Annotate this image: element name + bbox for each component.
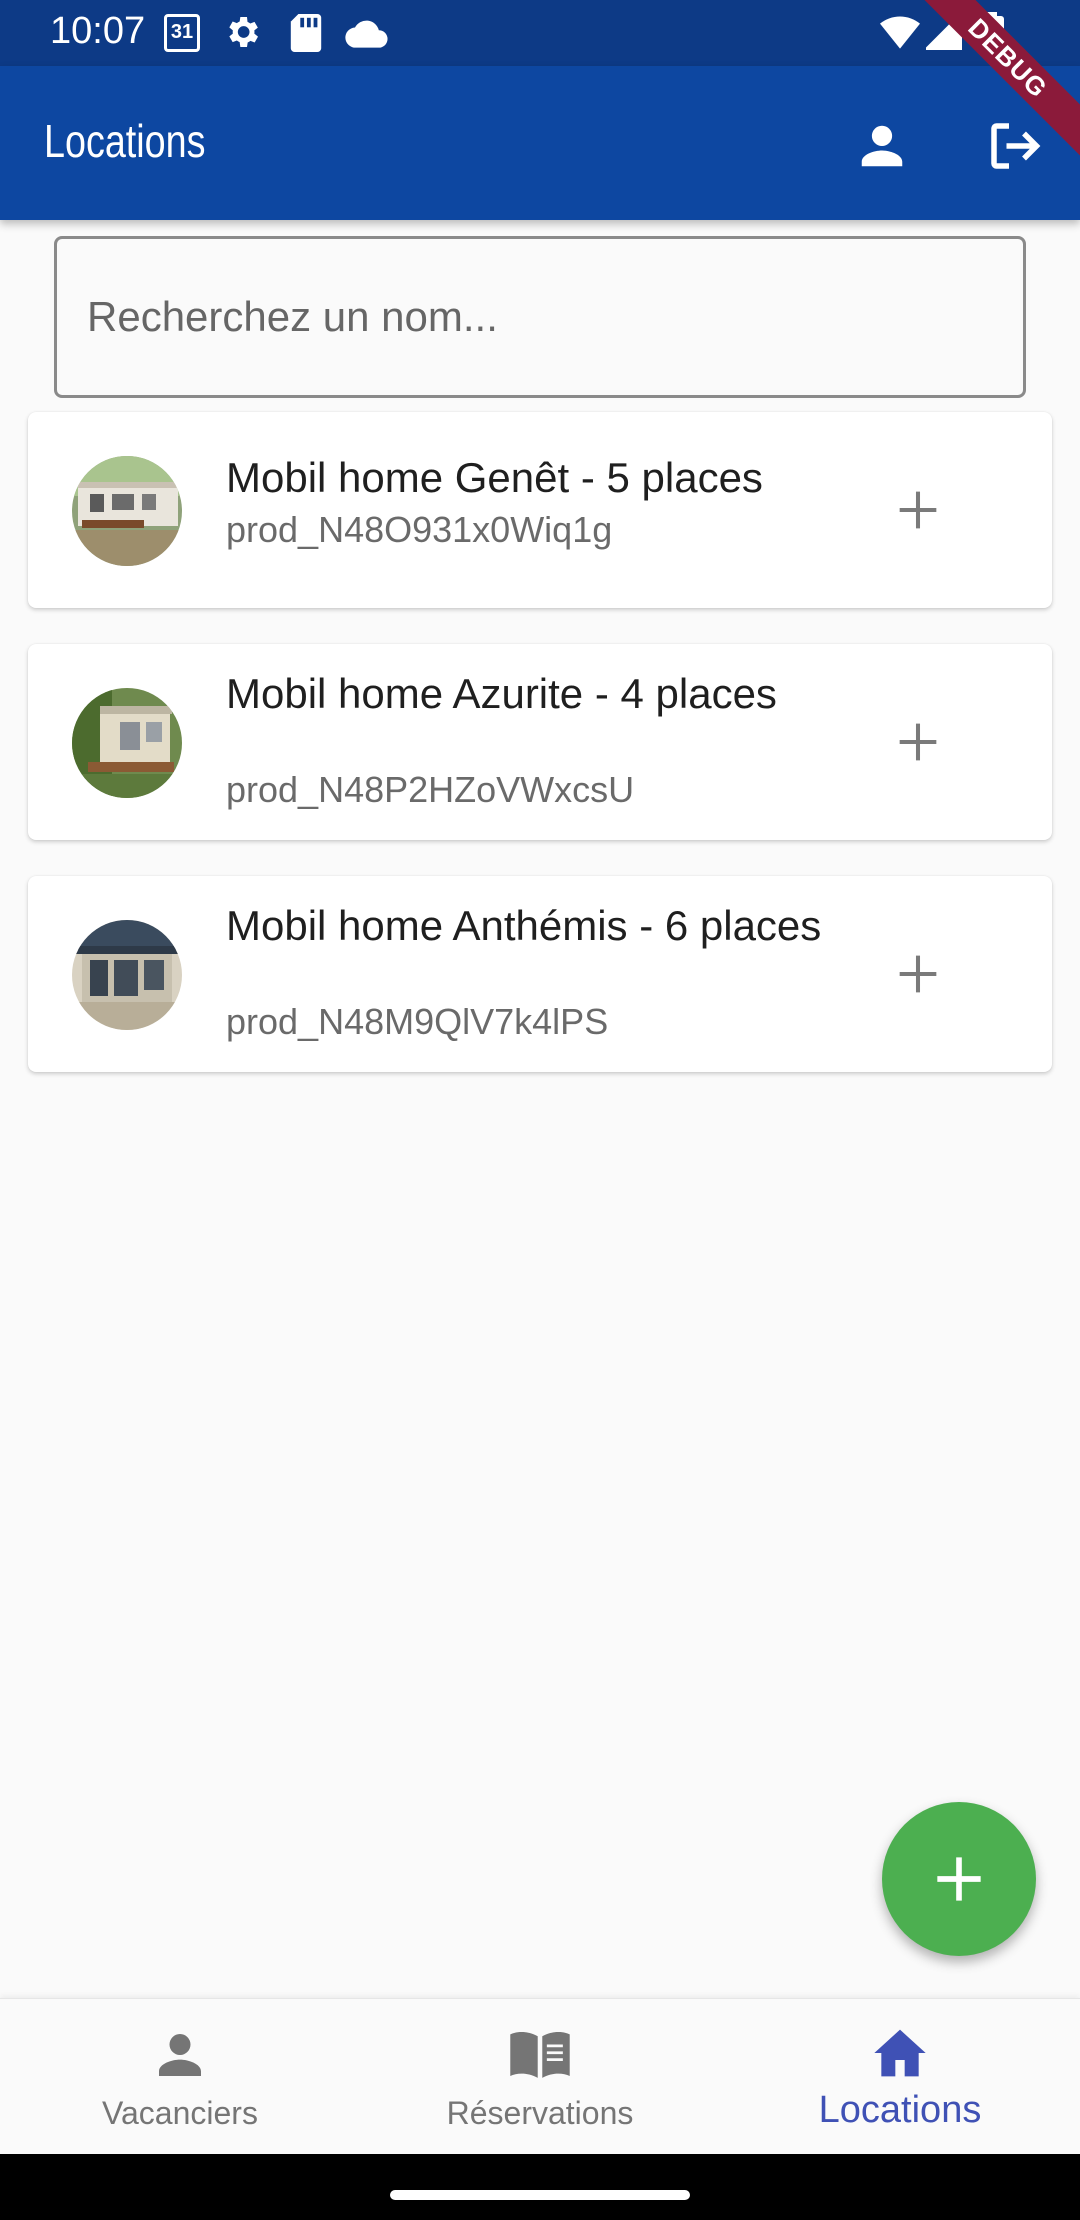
home-gesture-handle[interactable] — [390, 2190, 690, 2200]
cloud-icon — [344, 18, 388, 53]
add-icon — [899, 723, 937, 761]
nav-item-locations[interactable]: Locations — [720, 1999, 1080, 2155]
person-icon — [152, 2027, 208, 2088]
screen: 10:07 31 DEBUG Locations Recherchez un n… — [0, 0, 1080, 2220]
wifi-icon — [880, 14, 920, 55]
bottom-navigation: Vacanciers Réservations Locations — [0, 1998, 1080, 2154]
home-icon — [872, 2027, 928, 2084]
profile-button[interactable] — [842, 106, 922, 186]
rental-card[interactable]: Mobil home Anthémis - 6 places prod_N48M… — [28, 876, 1052, 1072]
rental-id: prod_N48M9QlV7k4lPS — [226, 1001, 609, 1042]
add-icon — [899, 491, 937, 529]
book-icon — [508, 2027, 572, 2088]
status-bar: 10:07 31 — [0, 0, 1080, 66]
add-icon — [899, 955, 937, 993]
add-button[interactable] — [878, 470, 958, 550]
rental-name: Mobil home Genêt - 5 places — [226, 454, 763, 501]
rental-thumbnail — [72, 920, 182, 1030]
rental-name: Mobil home Azurite - 4 places — [226, 670, 777, 717]
nav-label: Vacanciers — [102, 2095, 258, 2131]
nav-label: Locations — [818, 2089, 982, 2131]
rental-id: prod_N48P2HZoVWxcsU — [226, 769, 635, 810]
rental-thumbnail — [72, 688, 182, 798]
rental-thumbnail — [72, 456, 182, 566]
rental-id: prod_N48O931x0Wiq1g — [226, 509, 613, 550]
nav-item-reservations[interactable]: Réservations — [360, 1999, 720, 2155]
page-title: Locations — [44, 115, 206, 167]
person-icon — [861, 125, 903, 167]
calendar-icon: 31 — [164, 14, 200, 52]
nav-item-vacanciers[interactable]: Vacanciers — [0, 1999, 360, 2155]
system-gesture-bar — [0, 2154, 1080, 2220]
app-bar: Locations — [0, 66, 1080, 220]
sd-card-icon — [290, 14, 322, 57]
add-rental-fab[interactable] — [882, 1802, 1036, 1956]
search-field[interactable] — [54, 236, 1026, 398]
add-icon — [937, 1857, 981, 1901]
nav-label: Réservations — [446, 2095, 634, 2131]
add-button[interactable] — [878, 934, 958, 1014]
add-button[interactable] — [878, 702, 958, 782]
settings-icon — [222, 12, 262, 57]
logout-icon — [991, 123, 1041, 169]
status-time: 10:07 — [50, 10, 146, 52]
rental-name: Mobil home Anthémis - 6 places — [226, 902, 822, 949]
rental-card[interactable]: Mobil home Azurite - 4 places prod_N48P2… — [28, 644, 1052, 840]
rental-card[interactable]: Mobil home Genêt - 5 places prod_N48O931… — [28, 412, 1052, 608]
search-input[interactable] — [87, 239, 987, 395]
